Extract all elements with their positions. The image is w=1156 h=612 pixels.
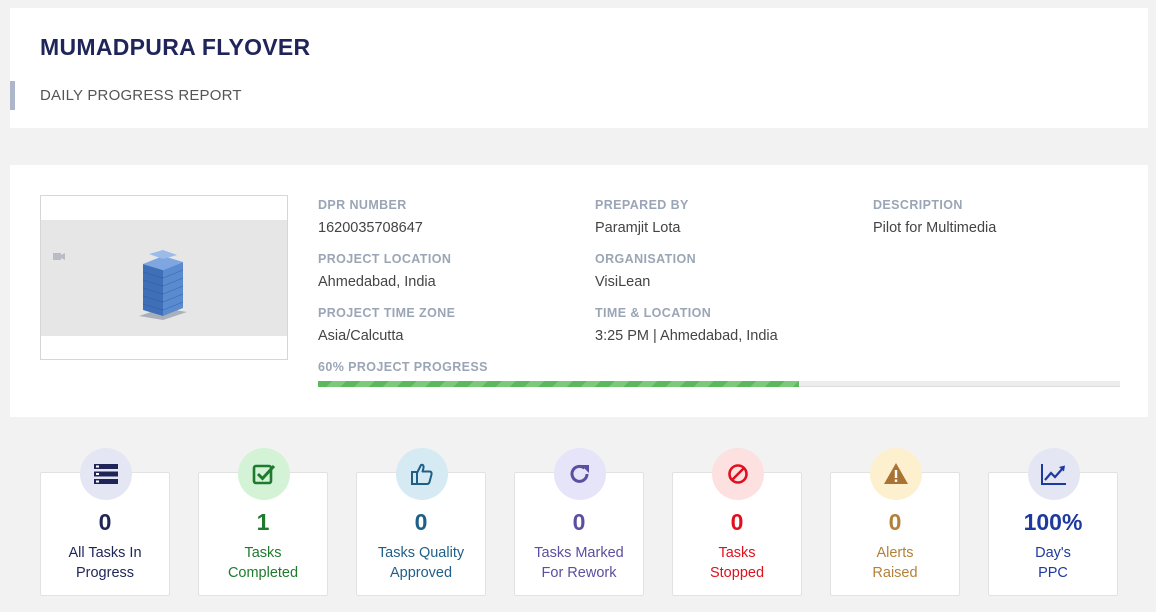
warning-icon [884, 463, 908, 484]
organisation-value: VisiLean [595, 274, 651, 290]
card-caption-line1: Tasks Quality [377, 545, 465, 561]
time-location-field: TIME & LOCATION 3:25 PM | Ahmedabad, Ind… [595, 306, 778, 344]
card-caption-line2: For Rework [541, 565, 617, 581]
project-location-label: PROJECT LOCATION [318, 252, 452, 266]
project-location-field: PROJECT LOCATION Ahmedabad, India [318, 252, 451, 290]
card-caption-line2: Raised [872, 565, 918, 581]
card-value: 0 [414, 509, 428, 535]
project-time-zone-label: PROJECT TIME ZONE [318, 306, 456, 320]
card-alerts-raised[interactable]: 0 Alerts Raised [830, 448, 960, 596]
card-value: 0 [98, 509, 112, 535]
card-caption-line2: Completed [227, 565, 299, 581]
card-tasks-stopped[interactable]: 0 Tasks Stopped [672, 448, 802, 596]
card-caption-line1: Tasks [244, 545, 282, 561]
card-value: 1 [256, 509, 270, 535]
ban-icon [728, 464, 748, 484]
card-days-ppc[interactable]: 100% Day's PPC [988, 448, 1118, 596]
report-header: MUMADPURA FLYOVER DAILY PROGRESS REPORT [10, 8, 1148, 128]
camera-icon [53, 253, 65, 260]
card-badge [554, 448, 606, 500]
project-info-panel: DPR NUMBER 1620035708647 PROJECT LOCATIO… [10, 165, 1148, 417]
card-caption-line2: Approved [389, 565, 453, 581]
organisation-field: ORGANISATION VisiLean [595, 252, 696, 290]
card-badge [1028, 448, 1080, 500]
description-field: DESCRIPTION Pilot for Multimedia [873, 198, 996, 236]
checkbox-icon [252, 464, 276, 485]
card-value: 0 [730, 509, 744, 535]
time-location-label: TIME & LOCATION [595, 306, 712, 320]
card-tasks-quality-approved[interactable]: 0 Tasks Quality Approved [356, 448, 486, 596]
building-model-icon [139, 250, 187, 320]
card-caption-line1: Tasks Marked [534, 545, 624, 561]
description-label: DESCRIPTION [873, 198, 963, 212]
project-model-thumbnail[interactable] [40, 195, 288, 360]
redo-icon [570, 464, 589, 483]
dpr-number-field: DPR NUMBER 1620035708647 [318, 198, 423, 236]
card-caption: Tasks Marked For Rework [515, 543, 643, 583]
card-badge [870, 448, 922, 500]
time-location-value: 3:25 PM | Ahmedabad, India [595, 328, 778, 344]
card-caption: Alerts Raised [831, 543, 959, 583]
card-caption-line1: All Tasks In [68, 545, 142, 561]
dpr-number-label: DPR NUMBER [318, 198, 407, 212]
model-viewport [41, 220, 287, 336]
prepared-by-value: Paramjit Lota [595, 220, 681, 236]
card-caption: Tasks Quality Approved [357, 543, 485, 583]
line-chart-icon [1041, 464, 1066, 485]
card-caption-line2: Stopped [709, 565, 765, 581]
card-value: 100% [1023, 509, 1083, 535]
card-badge [238, 448, 290, 500]
card-tasks-in-progress[interactable]: 0 All Tasks In Progress [40, 448, 170, 596]
project-time-zone-value: Asia/Calcutta [318, 328, 404, 344]
card-caption: Day's PPC [989, 543, 1117, 583]
thumbs-up-icon [411, 463, 433, 485]
card-caption-line1: Tasks [718, 545, 756, 561]
project-progress-fill [318, 381, 800, 387]
project-location-value: Ahmedabad, India [318, 274, 436, 290]
subtitle-accent-bar [10, 81, 15, 110]
card-badge [396, 448, 448, 500]
card-caption: Tasks Stopped [673, 543, 801, 583]
prepared-by-label: PREPARED BY [595, 198, 689, 212]
card-tasks-completed[interactable]: 1 Tasks Completed [198, 448, 328, 596]
project-time-zone-field: PROJECT TIME ZONE Asia/Calcutta [318, 306, 455, 344]
card-caption-line2: PPC [1038, 565, 1068, 581]
card-value: 0 [888, 509, 902, 535]
card-caption-line1: Day's [1035, 545, 1071, 561]
dpr-number-value: 1620035708647 [318, 220, 423, 236]
card-value: 0 [572, 509, 586, 535]
card-caption-line1: Alerts [876, 545, 914, 561]
task-summary-cards: 0 All Tasks In Progress 1 Tasks Completed … [40, 447, 1120, 607]
project-title: MUMADPURA FLYOVER [40, 34, 311, 60]
card-badge [80, 448, 132, 500]
organisation-label: ORGANISATION [595, 252, 697, 266]
card-tasks-marked-rework[interactable]: 0 Tasks Marked For Rework [514, 448, 644, 596]
card-caption-line2: Progress [75, 565, 135, 581]
card-badge [712, 448, 764, 500]
project-progress-bar [318, 381, 1120, 387]
list-icon [94, 464, 118, 484]
card-caption: Tasks Completed [199, 543, 327, 583]
card-caption: All Tasks In Progress [41, 543, 169, 583]
description-value: Pilot for Multimedia [873, 220, 997, 236]
prepared-by-field: PREPARED BY Paramjit Lota [595, 198, 689, 236]
project-progress-label: 60% PROJECT PROGRESS [318, 360, 488, 374]
report-subtitle: DAILY PROGRESS REPORT [40, 87, 242, 104]
